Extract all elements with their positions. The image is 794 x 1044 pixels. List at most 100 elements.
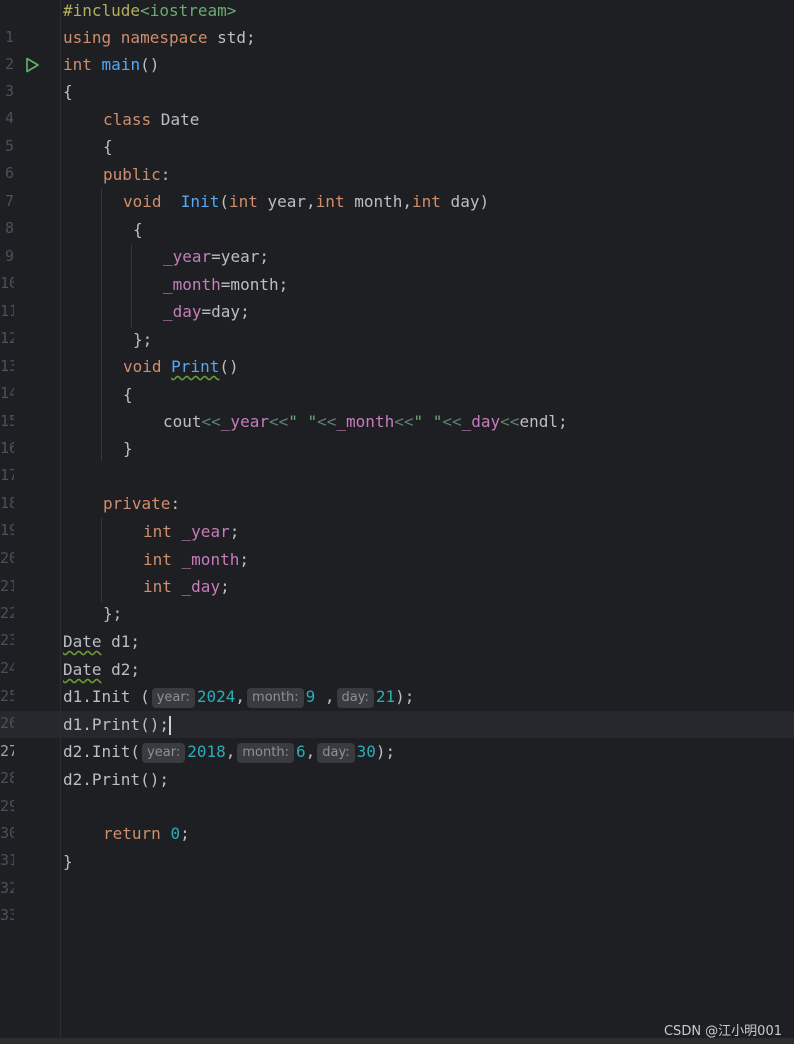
function-name: Init — [180, 192, 220, 211]
class-name: Date — [63, 660, 102, 679]
keyword-token: class — [103, 110, 152, 129]
number-token: 9 — [305, 687, 316, 706]
keyword-token: using namespace — [63, 28, 208, 47]
param-hint: day: — [336, 687, 374, 708]
code-token: d1.Print(); — [63, 715, 169, 734]
field-token: _month — [163, 275, 221, 294]
operator-token: << — [500, 412, 520, 431]
code-token: d1; — [101, 632, 141, 651]
code-token: { — [63, 82, 73, 101]
code-line-23: 23 }; — [0, 600, 794, 649]
code-line-20: 20 int _year; — [0, 518, 794, 567]
code-token: : — [170, 494, 181, 513]
param-hint: day: — [317, 742, 355, 763]
code-token: () — [140, 55, 160, 74]
class-name: Date — [151, 110, 200, 129]
code-line-26: 26 d1.Init (year: 2024, month: 9 , day: 21); — [0, 683, 794, 732]
code-line-19: 19 private: — [0, 490, 794, 539]
param-hint: month: — [237, 742, 294, 763]
keyword-token: private — [103, 494, 171, 513]
code-token: d2.Init( — [63, 742, 141, 761]
field-token: _day — [163, 302, 202, 321]
code-token: day) — [440, 192, 490, 211]
code-line-2: 2 using namespace std; — [0, 24, 794, 73]
number-token: 21 — [375, 687, 396, 706]
code-token: ); — [395, 687, 415, 706]
text-caret — [168, 716, 171, 735]
code-line-11: 11 _month=month; — [0, 271, 794, 320]
code-line-18: 18 — [0, 463, 794, 512]
code-line-10: 10 _year=year; — [0, 243, 794, 292]
code-line-12: 12 _day=day; — [0, 298, 794, 347]
operator-token: << — [201, 412, 221, 431]
code-token: d2; — [101, 660, 141, 679]
code-token: year, — [257, 192, 316, 211]
field-token: _year — [171, 522, 230, 541]
code-line-4: 4 { — [0, 78, 794, 127]
code-line-13: 13 }; — [0, 326, 794, 375]
function-name: main — [101, 55, 141, 74]
number-token: 30 — [356, 742, 376, 761]
number-token: 2024 — [196, 687, 236, 706]
code-token: () — [219, 357, 239, 376]
operator-token: << — [268, 412, 289, 431]
code-line-30: 30 — [0, 793, 794, 842]
type-token: int — [63, 55, 92, 74]
field-token: _day — [461, 412, 501, 431]
keyword-token: void — [123, 192, 162, 211]
code-token: ; — [220, 577, 230, 596]
operator-token: << — [317, 412, 337, 431]
code-line-1: 1 #include<iostream> — [0, 0, 794, 46]
type-token: int — [228, 192, 258, 211]
code-line-27: 27 d1.Print(); — [0, 711, 794, 760]
code-token: ; — [229, 522, 240, 541]
code-token: , — [315, 687, 335, 706]
type-token: int — [412, 192, 441, 211]
operator-token: << — [394, 412, 414, 431]
field-token: _month — [171, 550, 240, 569]
field-token: _year — [220, 412, 269, 431]
keyword-token: return — [103, 824, 161, 843]
code-token: } — [123, 439, 133, 458]
code-line-29: 29 d2.Print(); — [0, 766, 794, 815]
string-token: " " — [413, 412, 443, 431]
operator-token: << — [442, 412, 462, 431]
code-line-28: 28 d2.Init(year: 2018, month: 6, day: 30); — [0, 738, 794, 787]
code-line-25: 25 Date d2; — [0, 656, 794, 705]
code-token: : — [160, 165, 171, 184]
code-token: =month; — [220, 275, 289, 294]
number-token: 6 — [295, 742, 306, 761]
code-token: month, — [344, 192, 413, 211]
code-token: } — [63, 852, 73, 871]
code-token: ; — [239, 550, 249, 569]
code-line-24: 24 Date d1; — [0, 628, 794, 677]
code-line-9: 9 { — [0, 216, 794, 265]
code-line-31: 31 return 0; — [0, 820, 794, 869]
code-token: cout — [163, 412, 202, 431]
code-token: , — [235, 687, 246, 706]
code-line-7: 7 public: — [0, 161, 794, 210]
preprocessor-token: #include — [63, 1, 141, 20]
code-token: }; — [133, 330, 153, 349]
include-path: <iostream> — [140, 1, 237, 20]
type-token: int — [143, 550, 172, 569]
code-line-6: 6 { — [0, 133, 794, 182]
code-token: d1.Init ( — [63, 687, 150, 706]
type-token: int — [143, 522, 172, 541]
param-hint: year: — [151, 687, 195, 708]
watermark: CSDN @江小明001 — [663, 1024, 782, 1039]
field-token: _year — [163, 247, 212, 266]
code-token: ( — [219, 192, 229, 211]
code-token: , — [305, 742, 316, 761]
code-token: std; — [207, 28, 256, 47]
code-token: =day; — [201, 302, 250, 321]
code-token: ); — [375, 742, 396, 761]
code-token: ; — [180, 824, 190, 843]
code-editor[interactable]: 1 #include<iostream> 2 using namespace s… — [0, 0, 794, 1044]
string-token: " " — [288, 412, 318, 431]
number-token: 2018 — [187, 742, 226, 761]
code-token: endl; — [519, 412, 568, 431]
type-token: int — [143, 577, 172, 596]
